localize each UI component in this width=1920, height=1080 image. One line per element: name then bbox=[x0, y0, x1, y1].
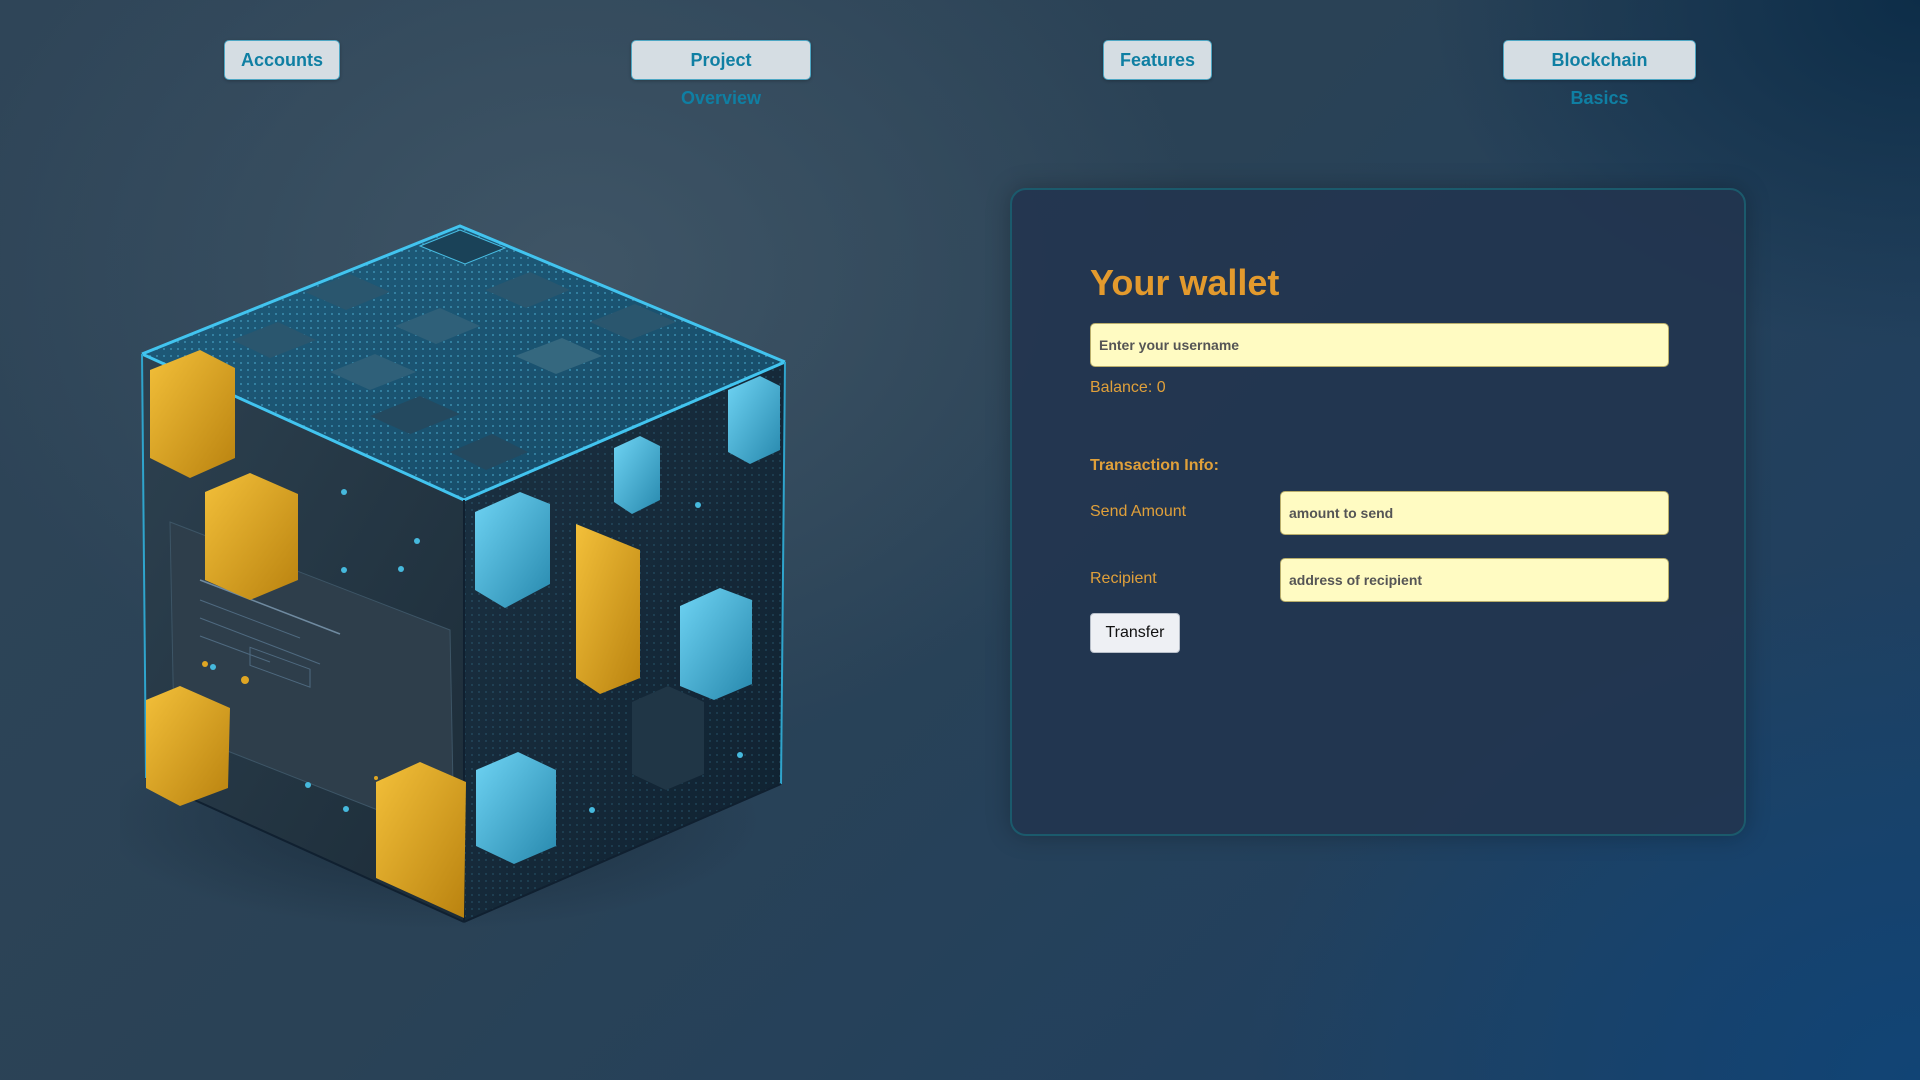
transaction-info-heading: Transaction Info: bbox=[1090, 457, 1219, 474]
nav-features-button[interactable]: Features bbox=[1103, 40, 1212, 80]
nav-project-overview-button[interactable]: Project Overview bbox=[631, 40, 811, 108]
send-amount-input[interactable] bbox=[1280, 491, 1669, 535]
wallet-title: Your wallet bbox=[1090, 262, 1280, 303]
blockchain-cube-illustration bbox=[120, 224, 786, 930]
recipient-input[interactable] bbox=[1280, 558, 1669, 602]
transfer-button[interactable]: Transfer bbox=[1090, 613, 1180, 653]
nav-blockchain-basics-button[interactable]: Blockchain Basics bbox=[1503, 40, 1696, 108]
nav-accounts-button[interactable]: Accounts bbox=[224, 40, 340, 80]
send-amount-label: Send Amount bbox=[1090, 503, 1187, 520]
wallet-panel: Your wallet Balance: 0 Transaction Info:… bbox=[1010, 188, 1746, 836]
recipient-label: Recipient bbox=[1090, 570, 1157, 587]
balance-text: Balance: 0 bbox=[1090, 379, 1166, 396]
username-input[interactable] bbox=[1090, 323, 1669, 367]
